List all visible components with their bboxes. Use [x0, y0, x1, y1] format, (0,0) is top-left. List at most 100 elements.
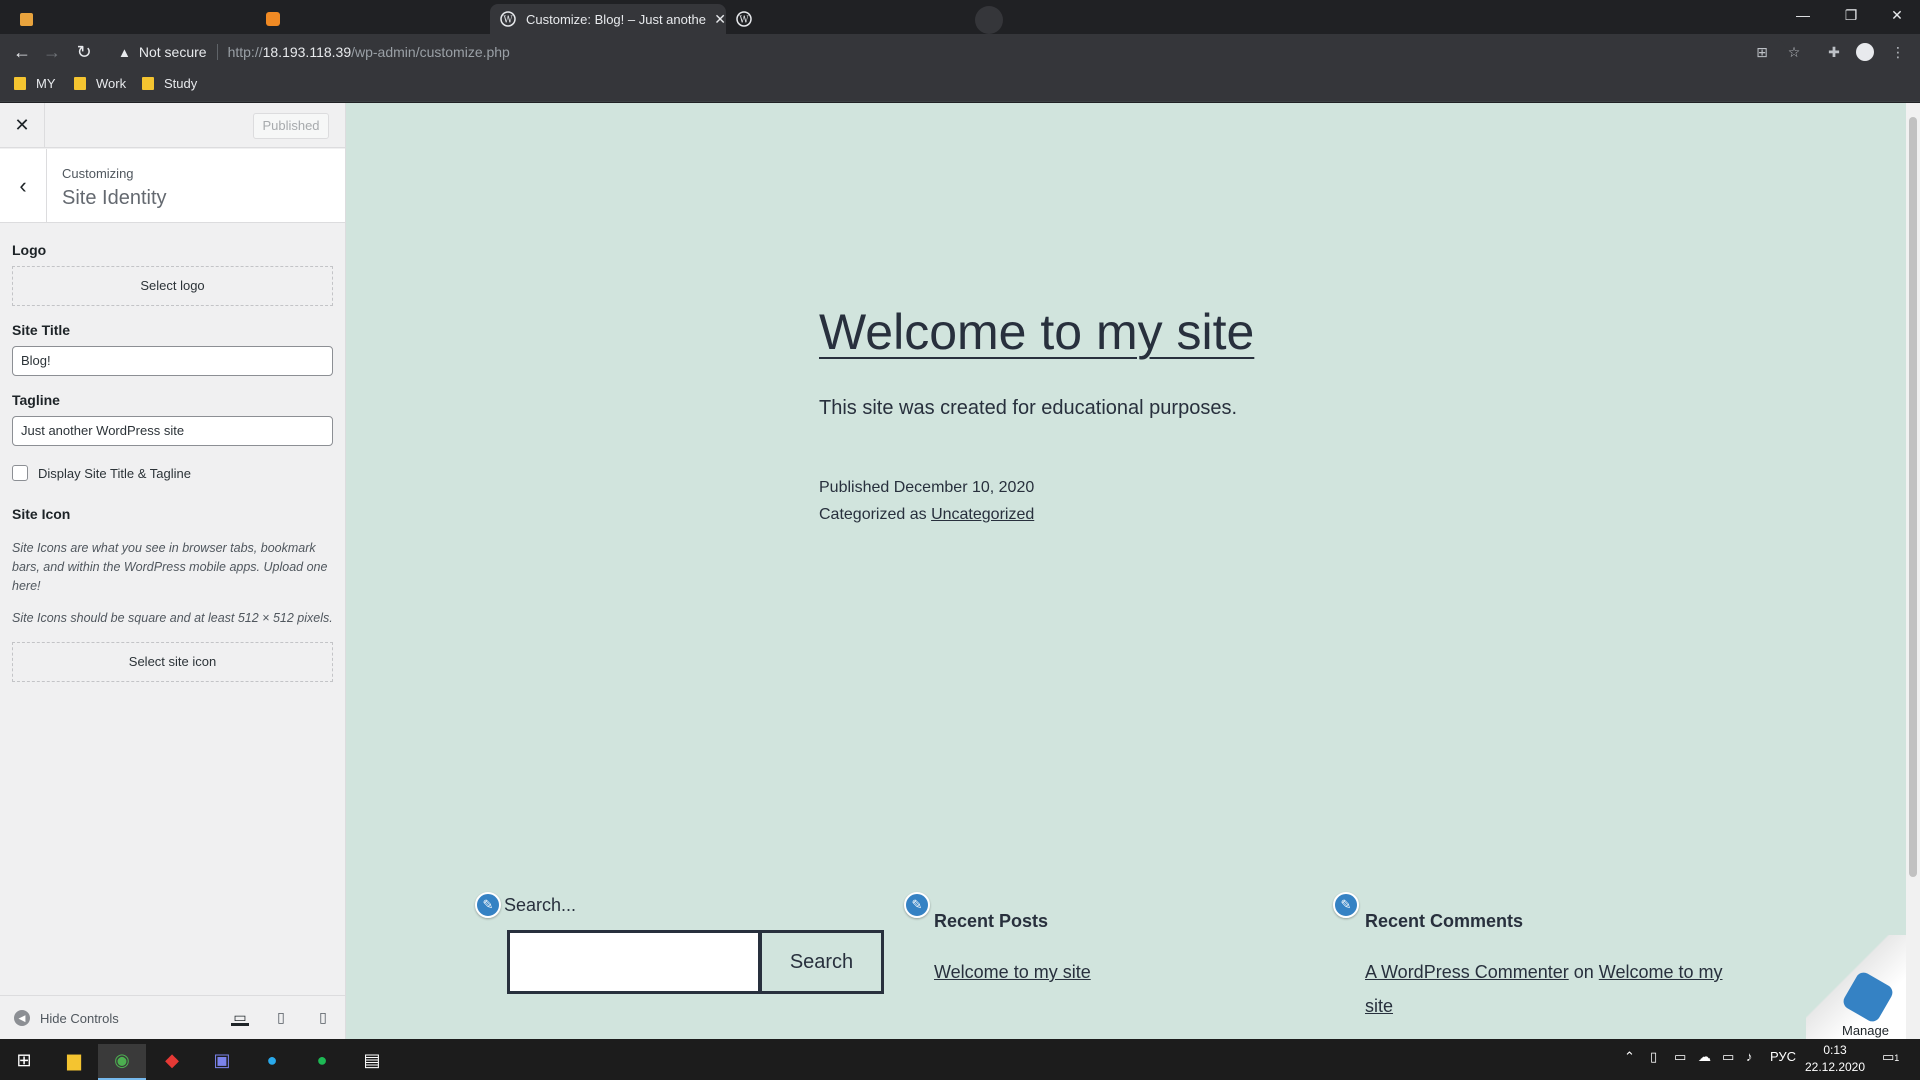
- select-logo-button[interactable]: Select logo: [12, 266, 333, 306]
- teams-icon[interactable]: ▣: [198, 1044, 246, 1080]
- display-title-row[interactable]: Display Site Title & Tagline: [12, 465, 191, 481]
- wordpress-icon: W: [500, 11, 516, 27]
- tray-device-icon[interactable]: ▯: [1650, 1049, 1657, 1065]
- volume-icon[interactable]: ♪: [1746, 1049, 1753, 1064]
- windows-start-icon[interactable]: ⊞: [0, 1044, 48, 1080]
- post-heading[interactable]: Welcome to my site: [819, 303, 1254, 361]
- minimize-button[interactable]: —: [1780, 0, 1826, 30]
- bookmark-label: Study: [164, 76, 198, 91]
- comment-author-link[interactable]: A WordPress Commenter: [1365, 962, 1569, 982]
- hide-controls-button[interactable]: ◀ Hide Controls: [14, 1010, 119, 1026]
- site-title-label: Site Title: [12, 322, 71, 338]
- not-secure-label: Not secure: [138, 44, 207, 60]
- post-published: Published December 10, 2020: [819, 479, 1035, 496]
- search-input[interactable]: [507, 930, 761, 994]
- tagline-input[interactable]: Just another WordPress site: [12, 416, 333, 446]
- windows-taskbar: ⊞ ▆ ◉ ◆ ▣ ● ● ▤ ⌃ ▯ ▭ ☁ ▭ ♪ РУС 0:13 22.…: [0, 1039, 1920, 1080]
- display-title-label: Display Site Title & Tagline: [38, 465, 191, 481]
- tab-4[interactable]: W: [726, 4, 972, 34]
- wordpress-icon: W: [736, 11, 752, 27]
- tagline-label: Tagline: [12, 392, 60, 408]
- star-icon[interactable]: ☆: [1784, 42, 1804, 62]
- acrobat-icon[interactable]: ◆: [148, 1044, 196, 1080]
- tab-title: Customize: Blog! – Just another WordPres…: [526, 11, 707, 27]
- url-prefix: http://: [227, 44, 263, 60]
- tab-close-icon[interactable]: ✕: [714, 11, 726, 28]
- desktop-preview-icon[interactable]: ▭: [231, 1008, 249, 1026]
- close-icon[interactable]: ✕: [0, 103, 45, 148]
- hide-controls-label: Hide Controls: [40, 1010, 119, 1026]
- collapse-icon: ◀: [14, 1010, 30, 1026]
- notification-count: 1: [1894, 1053, 1900, 1063]
- reload-icon[interactable]: ↻: [72, 40, 96, 64]
- manage-label: Manage: [1842, 1023, 1889, 1038]
- bookmark-label: MY: [36, 76, 56, 91]
- extensions-icon[interactable]: ✚: [1824, 42, 1844, 62]
- site-icon-label: Site Icon: [12, 506, 71, 522]
- tab-2[interactable]: [246, 4, 492, 34]
- notification-icon[interactable]: ▭1: [1882, 1049, 1899, 1065]
- post-category-line: Categorized as Uncategorized: [819, 506, 1034, 524]
- battery-icon[interactable]: ▭: [1674, 1049, 1686, 1065]
- telegram-icon[interactable]: ●: [248, 1044, 296, 1080]
- translate-icon[interactable]: ⊞: [1752, 42, 1772, 62]
- file-explorer-icon[interactable]: ▆: [50, 1044, 98, 1080]
- package-icon: [266, 12, 280, 26]
- profile-avatar[interactable]: [1856, 43, 1874, 61]
- tab-1[interactable]: [0, 4, 246, 34]
- comment-post-link-cont[interactable]: site: [1365, 996, 1393, 1016]
- bookmark-label: Work: [96, 76, 127, 91]
- close-window-button[interactable]: ✕: [1874, 0, 1920, 30]
- back-chevron-icon[interactable]: ‹: [0, 149, 47, 223]
- site-title-input[interactable]: Blog!: [12, 346, 333, 376]
- comment-post-link[interactable]: Welcome to my: [1599, 962, 1723, 982]
- bookmark-work[interactable]: Work: [74, 76, 126, 91]
- display-title-checkbox[interactable]: [12, 465, 28, 481]
- network-icon[interactable]: ▭: [1722, 1049, 1734, 1065]
- warning-icon: ▲: [118, 44, 131, 60]
- folder-icon: [14, 77, 26, 90]
- published-button[interactable]: Published: [253, 113, 329, 139]
- customizer-panel: ✕ Published ‹ Customizing Site Identity …: [0, 103, 346, 1039]
- back-arrow-icon[interactable]: ←: [10, 40, 34, 64]
- recent-comment-item: A WordPress Commenter on Welcome to my s…: [1365, 955, 1745, 1023]
- language-indicator[interactable]: РУС: [1770, 1049, 1796, 1064]
- bookmarks-bar: MY Work Study: [0, 70, 1920, 102]
- browser-toolbar: ← → ↻ ▲ Not secure http://18.193.118.39/…: [0, 34, 1920, 70]
- customizer-header: ✕ Published: [0, 103, 345, 148]
- customizing-label: Customizing: [62, 166, 134, 181]
- edit-pencil-icon[interactable]: ✎: [475, 892, 501, 918]
- mobile-preview-icon[interactable]: ▯: [314, 1008, 332, 1026]
- chrome-icon[interactable]: ◉: [98, 1044, 146, 1080]
- new-tab-button[interactable]: [975, 6, 1003, 34]
- spotify-icon[interactable]: ●: [298, 1044, 346, 1080]
- clock-date: 22.12.2020: [1804, 1060, 1866, 1074]
- system-clock[interactable]: 0:13 22.12.2020: [1800, 1042, 1870, 1076]
- preview-scrollbar[interactable]: [1906, 103, 1920, 1039]
- bookmark-study[interactable]: Study: [142, 76, 197, 91]
- menu-dots-icon[interactable]: ⋮: [1888, 42, 1908, 62]
- select-site-icon-button[interactable]: Select site icon: [12, 642, 333, 682]
- tray-chevron-icon[interactable]: ⌃: [1624, 1049, 1635, 1065]
- customizer-footer: ◀ Hide Controls ▭ ▯ ▯: [0, 995, 345, 1039]
- manage-widget[interactable]: Manage: [1806, 935, 1906, 1039]
- terminal-icon[interactable]: ▤: [348, 1044, 396, 1080]
- address-bar[interactable]: ▲ Not secure http://18.193.118.39/wp-adm…: [106, 38, 1786, 66]
- restore-button[interactable]: ❐: [1828, 0, 1874, 30]
- tablet-preview-icon[interactable]: ▯: [272, 1008, 290, 1026]
- tab-customize[interactable]: W Customize: Blog! – Just another WordPr…: [490, 4, 726, 34]
- site-preview: Welcome to my site This site was created…: [346, 103, 1920, 1039]
- search-button[interactable]: Search: [759, 930, 884, 994]
- recent-posts-title: Recent Posts: [934, 911, 1049, 931]
- bookmark-my[interactable]: MY: [14, 76, 56, 91]
- category-link[interactable]: Uncategorized: [931, 506, 1034, 523]
- folder-icon: [142, 77, 154, 90]
- onedrive-icon[interactable]: ☁: [1698, 1049, 1711, 1065]
- scrollbar-thumb[interactable]: [1909, 117, 1917, 877]
- forward-arrow-icon[interactable]: →: [40, 40, 64, 64]
- recent-post-link[interactable]: Welcome to my site: [934, 962, 1091, 982]
- edit-pencil-icon[interactable]: ✎: [904, 892, 930, 918]
- url-path: /wp-admin/customize.php: [351, 44, 510, 60]
- edit-pencil-icon[interactable]: ✎: [1333, 892, 1359, 918]
- divider: [216, 44, 218, 60]
